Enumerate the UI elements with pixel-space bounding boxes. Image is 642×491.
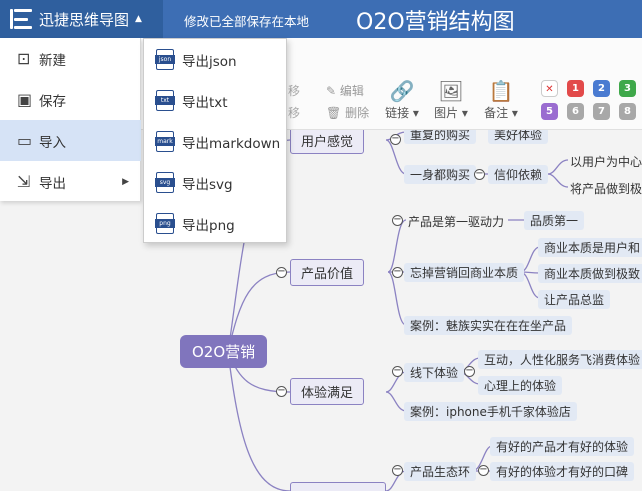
- collapse-toggle[interactable]: −: [392, 267, 403, 278]
- mindmap-node[interactable]: 商业本质是用户和: [538, 238, 642, 257]
- move-down-button[interactable]: 移: [288, 104, 300, 121]
- mindmap-node[interactable]: 信仰依赖: [488, 165, 549, 184]
- mindmap-node[interactable]: 线下体验: [404, 363, 465, 382]
- export-icon: ⇲: [17, 172, 31, 191]
- png-file-icon: png: [155, 213, 175, 234]
- caret-down-icon: ▲: [135, 14, 142, 24]
- note-icon: 📋: [488, 79, 514, 103]
- export-submenu: json 导出json txt 导出txt mark 导出markdown sv…: [143, 38, 287, 243]
- collapse-toggle[interactable]: −: [276, 267, 287, 278]
- save-status: 修改已全部保存在本地: [184, 14, 310, 29]
- mindmap-node[interactable]: 重复的购买: [404, 130, 477, 144]
- priority-5-button[interactable]: 5: [541, 103, 558, 120]
- folder-open-icon: ▭: [17, 131, 33, 150]
- mindmap-node[interactable]: 案例：魅族实实在在在坐产品: [404, 316, 573, 335]
- delete-button[interactable]: 🗑 删除: [326, 104, 369, 121]
- mindmap-branch-product-value[interactable]: 产品价值: [290, 259, 365, 286]
- image-icon: 🖼: [438, 79, 464, 103]
- export-txt-item[interactable]: txt 导出txt: [144, 80, 286, 121]
- priority-3-button[interactable]: 3: [619, 80, 636, 97]
- collapse-toggle[interactable]: −: [478, 465, 489, 476]
- priority-1-button[interactable]: 1: [567, 80, 584, 97]
- trash-icon: 🗑: [326, 106, 342, 120]
- mindmap-node[interactable]: 将产品做到极: [564, 178, 642, 199]
- move-up-button[interactable]: 移: [288, 82, 300, 99]
- priority-8-button[interactable]: 8: [619, 103, 636, 120]
- collapse-toggle[interactable]: −: [392, 366, 403, 377]
- export-svg-item[interactable]: svg 导出svg: [144, 162, 286, 203]
- mindmap-node[interactable]: 产品生态环: [404, 462, 477, 481]
- collapse-toggle[interactable]: −: [464, 366, 475, 377]
- app-menu-button[interactable]: 迅捷思维导图 ▲: [0, 0, 163, 38]
- mindmap-node[interactable]: 一身都购买: [404, 165, 477, 184]
- chevron-right-icon: ▶: [122, 176, 129, 187]
- link-icon: 🔗: [389, 79, 415, 103]
- mindmap-node[interactable]: 互动，人性化服务飞消费体验: [478, 350, 642, 369]
- export-markdown-item[interactable]: mark 导出markdown: [144, 121, 286, 162]
- txt-file-icon: txt: [155, 90, 175, 111]
- mindmap-node[interactable]: 心理上的体验: [478, 376, 563, 395]
- mindmap-node[interactable]: 忘掉营销回商业本质: [404, 263, 525, 282]
- mindmap-branch-user-feeling[interactable]: 用户感觉: [290, 130, 365, 154]
- json-file-icon: json: [155, 49, 175, 70]
- export-png-item[interactable]: png 导出png: [144, 203, 286, 244]
- collapse-toggle[interactable]: −: [276, 386, 287, 397]
- mindmap-node[interactable]: 商业本质做到极致: [538, 264, 642, 283]
- mindmap-root[interactable]: O2O营销: [180, 335, 268, 368]
- mindmap-branch-lower[interactable]: [290, 482, 386, 491]
- mindmap-branch-experience[interactable]: 体验满足: [290, 378, 365, 405]
- note-button[interactable]: 📋 备注 ▾: [481, 78, 521, 121]
- priority-7-button[interactable]: 7: [593, 103, 610, 120]
- save-icon: ▣: [17, 90, 33, 109]
- document-title[interactable]: O2O营销结构图: [356, 4, 515, 36]
- priority-6-button[interactable]: 6: [567, 103, 584, 120]
- new-file-icon: ⊡: [17, 49, 31, 68]
- mindmap-node[interactable]: 品质第一: [524, 211, 585, 230]
- svg-file-icon: svg: [155, 172, 175, 193]
- mindmap-node[interactable]: 产品是第一驱动力: [402, 211, 510, 232]
- menu-item-export[interactable]: ⇲ 导出 ▶: [0, 161, 141, 202]
- mindmap-node[interactable]: 有好的体验才有好的口碑: [490, 462, 635, 481]
- link-button[interactable]: 🔗 链接 ▾: [382, 78, 422, 121]
- mindmap-node[interactable]: 以用户为中心: [564, 151, 642, 172]
- app-logo-icon: [10, 9, 32, 29]
- menu-item-save[interactable]: ▣ 保存: [0, 79, 141, 120]
- collapse-toggle[interactable]: −: [392, 465, 403, 476]
- mindmap-node[interactable]: 有好的产品才有好的体验: [490, 437, 635, 456]
- top-bar: 迅捷思维导图 ▲ 修改已全部保存在本地 O2O营销结构图: [0, 0, 642, 38]
- app-title: 迅捷思维导图: [39, 10, 130, 29]
- main-menu: ⊡ 新建 ▣ 保存 ▭ 导入 ⇲ 导出 ▶: [0, 38, 141, 201]
- mindmap-node[interactable]: 让产品总监: [538, 290, 611, 309]
- export-json-item[interactable]: json 导出json: [144, 39, 286, 80]
- image-button[interactable]: 🖼 图片 ▾: [431, 78, 471, 121]
- menu-item-new[interactable]: ⊡ 新建: [0, 38, 141, 79]
- menu-item-import[interactable]: ▭ 导入: [0, 120, 141, 161]
- collapse-toggle[interactable]: −: [390, 134, 401, 145]
- remove-priority-button[interactable]: ✕: [541, 80, 558, 97]
- edit-button[interactable]: ✎ 编辑: [326, 82, 364, 99]
- mindmap-node[interactable]: 美好体验: [488, 130, 549, 144]
- mindmap-node[interactable]: 案例：iphone手机千家体验店: [404, 402, 577, 421]
- markdown-file-icon: mark: [155, 131, 175, 152]
- pencil-icon: ✎: [326, 84, 337, 98]
- collapse-toggle[interactable]: −: [474, 169, 485, 180]
- priority-2-button[interactable]: 2: [593, 80, 610, 97]
